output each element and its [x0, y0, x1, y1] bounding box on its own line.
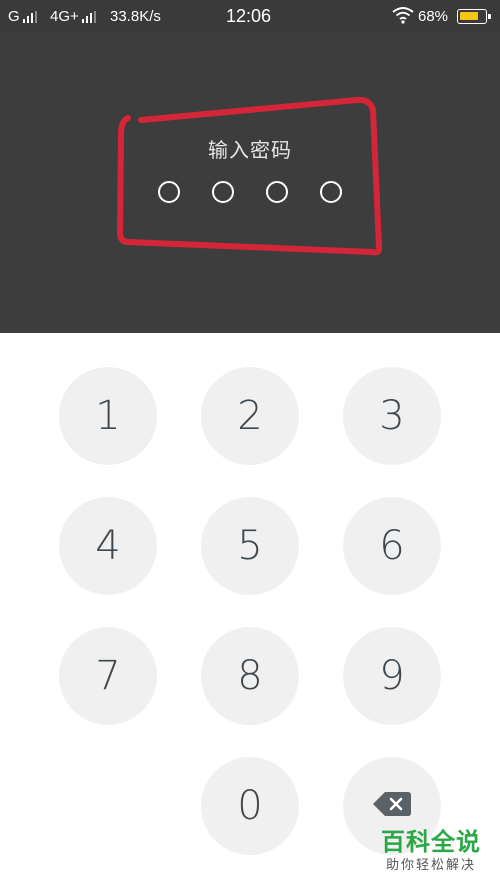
key-3[interactable]: 3 [343, 367, 441, 465]
watermark-brand: 百科全说 [381, 828, 481, 856]
password-header: 输入密码 [0, 32, 500, 333]
password-prompt: 输入密码 [208, 138, 292, 162]
signal-icon [81, 10, 96, 23]
key-4[interactable]: 4 [59, 497, 157, 595]
key-2[interactable]: 2 [201, 367, 299, 465]
pin-dot-4 [320, 181, 342, 203]
signal-sim2: 4G+ [50, 8, 96, 25]
key-1[interactable]: 1 [59, 367, 157, 465]
key-6[interactable]: 6 [343, 497, 441, 595]
pin-dot-2 [212, 181, 234, 203]
carrier-label-1: G [8, 8, 20, 25]
signal-sim1: G [8, 8, 37, 25]
clock: 12:06 [226, 6, 272, 26]
wifi-icon [392, 6, 414, 24]
pin-dot-1 [158, 181, 180, 203]
key-0[interactable]: 0 [201, 757, 299, 855]
key-5[interactable]: 5 [201, 497, 299, 595]
key-8[interactable]: 8 [201, 627, 299, 725]
signal-icon [22, 10, 37, 23]
pin-dot-3 [266, 181, 288, 203]
key-9[interactable]: 9 [343, 627, 441, 725]
watermark-subtitle: 助你轻松解决 [385, 858, 476, 873]
battery-icon [457, 9, 491, 24]
status-bar: G 4G+ 33.8K/s 12:06 68% [0, 0, 500, 32]
red-annotation-outline [117, 96, 383, 256]
carrier-label-2: 4G+ [50, 8, 79, 25]
key-7[interactable]: 7 [59, 627, 157, 725]
watermark-logo: 百科全说 助你轻松解决 [366, 827, 496, 881]
network-speed: 33.8K/s [110, 8, 161, 25]
battery-fill [460, 12, 478, 20]
battery-percent: 68% [418, 8, 449, 25]
backspace-icon [372, 781, 412, 827]
